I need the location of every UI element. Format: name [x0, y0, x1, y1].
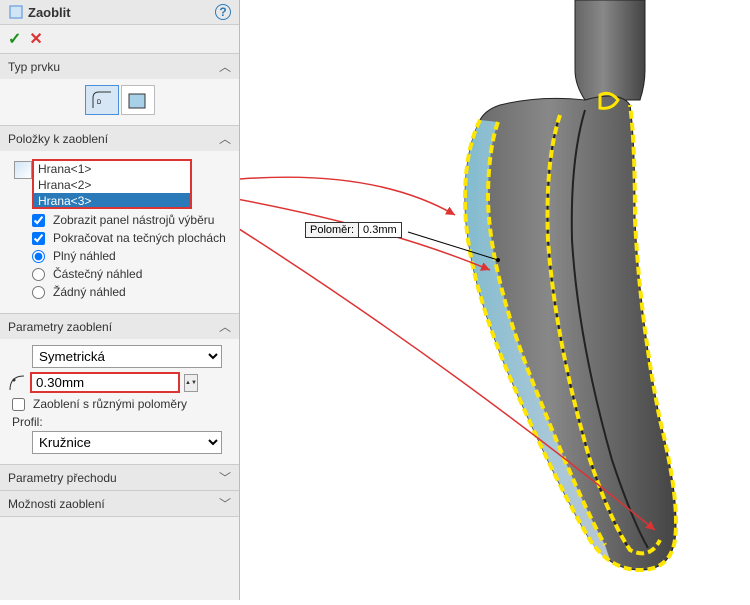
help-icon[interactable]: ?: [215, 4, 231, 20]
preview-none-radio[interactable]: [32, 286, 45, 299]
edge-selection-list[interactable]: Hrana<1> Hrana<2> Hrana<3>: [32, 159, 192, 209]
chevron-down-icon: ﹀: [219, 469, 231, 486]
feature-icon: [8, 4, 24, 20]
preview-none-label: Žádný náhled: [53, 285, 126, 299]
radius-callout[interactable]: Poloměr: 0.3mm: [305, 222, 402, 238]
section-items-header[interactable]: Položky k zaoblení ︿: [0, 126, 239, 151]
property-panel: Zaoblit ? ✓ ✕ Typ prvku ︿ D Položky k za…: [0, 0, 240, 600]
panel-header: Zaoblit ?: [0, 0, 239, 25]
radius-icon: [8, 374, 26, 392]
radius-spinner[interactable]: ▲▼: [184, 374, 198, 392]
section-params: Parametry zaoblení ︿ Symetrická ▲▼ Zaobl…: [0, 314, 239, 465]
show-toolbar-label: Zobrazit panel nástrojů výběru: [53, 213, 214, 227]
symmetry-dropdown[interactable]: Symetrická: [32, 345, 222, 368]
preview-partial-label: Částečný náhled: [53, 267, 142, 281]
list-item[interactable]: Hrana<1>: [34, 161, 190, 177]
section-options-header[interactable]: Možnosti zaoblení ﹀: [0, 491, 239, 516]
svg-text:D: D: [97, 100, 102, 106]
section-params-label: Parametry zaoblení: [8, 320, 112, 334]
cancel-button[interactable]: ✕: [29, 29, 42, 49]
section-transition-header[interactable]: Parametry přechodu ﹀: [0, 465, 239, 490]
chevron-up-icon: ︿: [219, 130, 231, 147]
section-type-header[interactable]: Typ prvku ︿: [0, 54, 239, 79]
section-transition-label: Parametry přechodu: [8, 471, 117, 485]
fillet-type-face-button[interactable]: [121, 85, 155, 115]
section-options-label: Možnosti zaoblení: [8, 497, 105, 511]
callout-label: Poloměr:: [306, 223, 359, 237]
3d-viewport[interactable]: [240, 0, 750, 600]
list-item[interactable]: Hrana<2>: [34, 177, 190, 193]
ok-button[interactable]: ✓: [8, 29, 21, 49]
section-params-header[interactable]: Parametry zaoblení ︿: [0, 314, 239, 339]
profile-label: Profil:: [12, 415, 231, 429]
radius-input[interactable]: [30, 372, 180, 393]
ok-cancel-bar: ✓ ✕: [0, 25, 239, 54]
chevron-up-icon: ︿: [219, 318, 231, 335]
section-options: Možnosti zaoblení ﹀: [0, 491, 239, 517]
preview-partial-radio[interactable]: [32, 268, 45, 281]
chevron-down-icon: ﹀: [219, 495, 231, 512]
panel-title: Zaoblit: [28, 5, 215, 20]
preview-full-radio[interactable]: [32, 250, 45, 263]
multi-radius-label: Zaoblení s různými poloměry: [33, 397, 187, 411]
preview-full-label: Plný náhled: [53, 249, 116, 263]
section-transition: Parametry přechodu ﹀: [0, 465, 239, 491]
chevron-up-icon: ︿: [219, 58, 231, 75]
profile-dropdown[interactable]: Kružnice: [32, 431, 222, 454]
callout-value[interactable]: 0.3mm: [359, 223, 401, 237]
show-toolbar-checkbox[interactable]: [32, 214, 45, 227]
multi-radius-checkbox[interactable]: [12, 398, 25, 411]
section-items: Položky k zaoblení ︿ Hrana<1> Hrana<2> H…: [0, 126, 239, 314]
section-type-label: Typ prvku: [8, 60, 60, 74]
tangent-label: Pokračovat na tečných plochách: [53, 231, 226, 245]
list-item[interactable]: Hrana<3>: [34, 193, 190, 209]
fillet-type-constant-button[interactable]: D: [85, 85, 119, 115]
edge-select-icon: [14, 161, 32, 179]
section-type: Typ prvku ︿ D: [0, 54, 239, 126]
section-items-label: Položky k zaoblení: [8, 132, 108, 146]
tangent-checkbox[interactable]: [32, 232, 45, 245]
